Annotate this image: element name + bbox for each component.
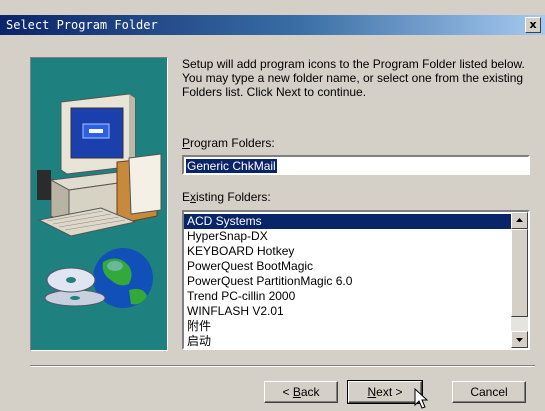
setup-illustration <box>30 57 168 351</box>
scroll-thumb[interactable] <box>511 229 528 317</box>
back-button[interactable]: < Back <box>264 381 338 403</box>
title-bar[interactable]: Select Program Folder x <box>0 15 545 35</box>
instructions-text: Setup will add program icons to the Prog… <box>182 57 525 99</box>
close-icon: x <box>529 18 537 31</box>
list-item[interactable]: HyperSnap-DX <box>184 229 512 244</box>
cancel-button[interactable]: Cancel <box>452 381 526 403</box>
vertical-scrollbar[interactable] <box>511 212 528 348</box>
existing-folders-list[interactable]: ACD Systems HyperSnap-DX KEYBOARD Hotkey… <box>182 210 530 350</box>
list-item[interactable]: 启动 <box>184 334 512 348</box>
window-title: Select Program Folder <box>6 18 158 32</box>
program-folder-value: Generic ChkMail <box>186 159 277 173</box>
existing-folders-label: Existing Folders: <box>182 190 271 204</box>
list-item[interactable]: KEYBOARD Hotkey <box>184 244 512 259</box>
list-item[interactable]: 附件 <box>184 319 512 334</box>
program-folder-input[interactable]: Generic ChkMail <box>182 155 530 175</box>
list-item[interactable]: PowerQuest BootMagic <box>184 259 512 274</box>
list-item[interactable]: WINFLASH V2.01 <box>184 304 512 319</box>
program-folders-label: Program Folders: <box>182 136 275 150</box>
next-button[interactable]: Next > <box>347 380 423 404</box>
list-item[interactable]: PowerQuest PartitionMagic 6.0 <box>184 274 512 289</box>
mouse-cursor-icon <box>414 388 429 409</box>
list-item[interactable]: Trend PC-cillin 2000 <box>184 289 512 304</box>
close-button[interactable]: x <box>525 17 541 33</box>
arrow-up-icon <box>516 218 523 222</box>
arrow-down-icon <box>516 338 523 342</box>
select-program-folder-dialog: Select Program Folder x Setup will add p… <box>0 0 545 411</box>
folder-items: ACD Systems HyperSnap-DX KEYBOARD Hotkey… <box>184 214 512 348</box>
list-item[interactable]: ACD Systems <box>184 214 512 229</box>
computer-illustration <box>37 93 162 308</box>
divider <box>30 365 535 367</box>
scroll-up-button[interactable] <box>511 212 528 229</box>
scroll-down-button[interactable] <box>511 331 528 348</box>
